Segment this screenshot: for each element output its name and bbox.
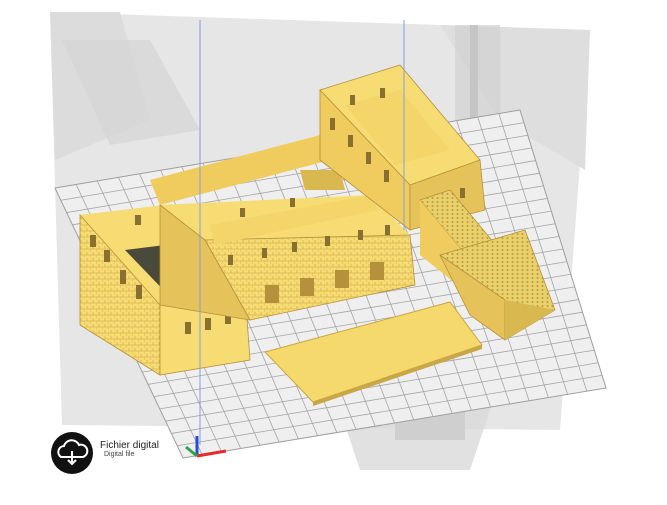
badge-subtitle: Digital file <box>104 451 135 458</box>
viewport[interactable]: Fichier digital Digital file <box>0 0 667 500</box>
scene-canvas <box>0 0 667 500</box>
digital-file-badge: Fichier digital Digital file <box>50 428 160 478</box>
cloud-download-icon <box>51 432 93 474</box>
badge-title: Fichier digital <box>100 440 159 451</box>
